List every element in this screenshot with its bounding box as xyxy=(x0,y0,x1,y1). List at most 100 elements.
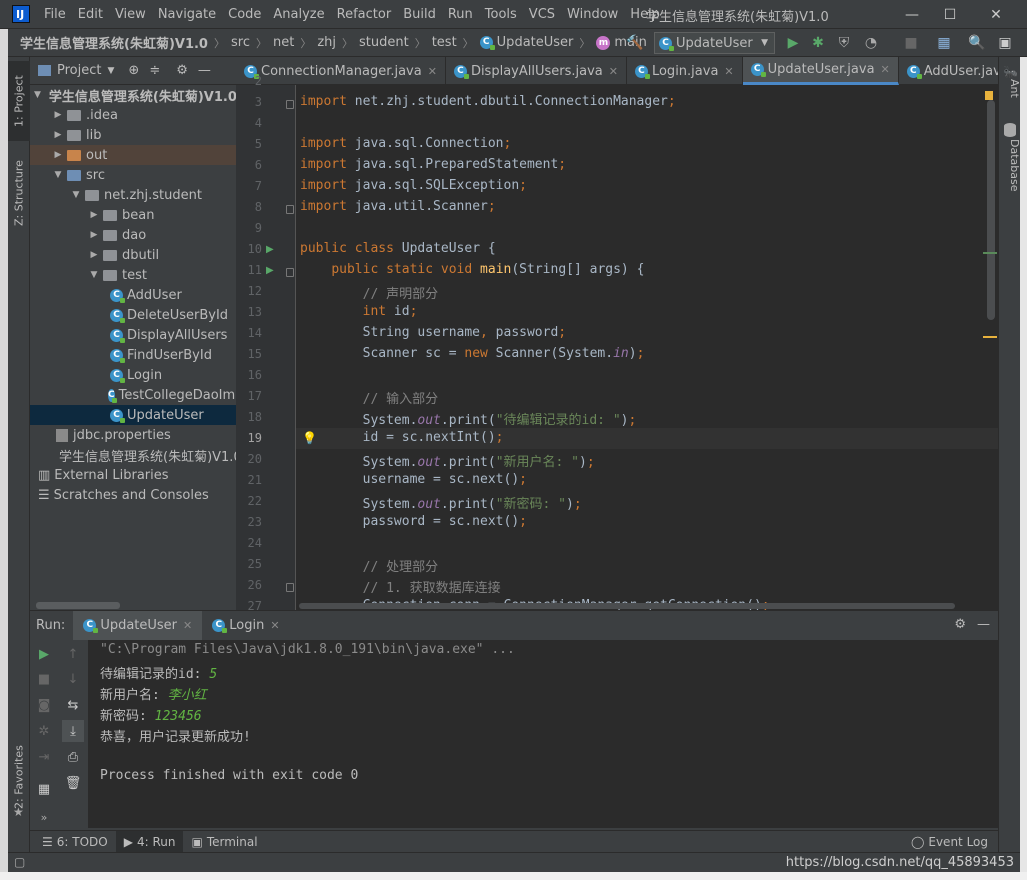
code-editor[interactable]: import net.zhj.student.dbutil.Connection… xyxy=(296,85,998,610)
fold-icon[interactable] xyxy=(286,583,294,592)
camera-icon[interactable]: ◙ xyxy=(33,694,55,716)
menu-item-code[interactable]: Code xyxy=(222,7,267,22)
tree-item[interactable]: C DeleteUserById xyxy=(30,305,236,325)
close-tab-icon[interactable]: ✕ xyxy=(428,65,437,78)
tree-item[interactable]: C Login xyxy=(30,365,236,385)
tree-item[interactable]: ☰ Scratches and Consoles xyxy=(30,485,236,505)
menu-item-edit[interactable]: Edit xyxy=(72,7,109,22)
expanded-arrow-icon[interactable]: ▼ xyxy=(70,190,82,200)
tree-item[interactable]: ▼学生信息管理系统(朱虹菊)V1.0C:\ xyxy=(30,85,236,105)
more-icon[interactable]: » xyxy=(33,806,55,828)
tree-item[interactable]: ▶ dao xyxy=(30,225,236,245)
project-structure-icon[interactable]: ▦ xyxy=(935,34,953,52)
tree-item[interactable]: C FindUserById xyxy=(30,345,236,365)
breadcrumb-item[interactable]: student 〉 xyxy=(359,35,432,51)
menu-item-analyze[interactable]: Analyze xyxy=(267,7,330,22)
lightbulb-icon[interactable]: 💡 xyxy=(302,431,317,445)
debug-icon[interactable]: ✱ xyxy=(809,34,827,52)
warning-stripe[interactable] xyxy=(983,336,997,338)
collapsed-arrow-icon[interactable]: ▶ xyxy=(52,110,64,120)
tree-item[interactable]: ▼ test xyxy=(30,265,236,285)
database-tool-tab[interactable]: Database xyxy=(999,139,1021,192)
exit-icon[interactable]: ⇥ xyxy=(33,746,55,768)
settings-icon[interactable]: ▣ xyxy=(996,34,1014,52)
run-configuration-select[interactable]: C UpdateUser ▼ xyxy=(654,32,775,54)
project-view-label[interactable]: Project xyxy=(57,63,101,78)
breadcrumb-item[interactable]: src 〉 xyxy=(231,35,273,51)
fold-icon[interactable] xyxy=(286,205,294,214)
editor-vertical-scrollbar[interactable] xyxy=(987,100,995,320)
collapsed-arrow-icon[interactable]: ▶ xyxy=(52,130,64,140)
event-log-button[interactable]: ◯ Event Log xyxy=(911,835,988,849)
tree-item[interactable]: 学生信息管理系统(朱虹菊)V1.0.iml xyxy=(30,445,236,465)
expanded-arrow-icon[interactable]: ▼ xyxy=(52,170,64,180)
editor-tab[interactable]: C ConnectionManager.java ✕ xyxy=(236,57,446,85)
run-console[interactable]: "C:\Program Files\Java\jdk1.8.0_191\bin\… xyxy=(88,640,998,828)
tree-item[interactable]: C DisplayAllUsers xyxy=(30,325,236,345)
menu-item-vcs[interactable]: VCS xyxy=(523,7,561,22)
locate-icon[interactable]: ⊕ xyxy=(128,63,139,78)
scroll-to-end-icon[interactable]: ⤓ xyxy=(62,720,84,742)
layout-icon[interactable]: ▦ xyxy=(33,778,55,800)
editor-horizontal-scrollbar[interactable] xyxy=(299,603,955,609)
breadcrumb-item[interactable]: test 〉 xyxy=(432,35,480,51)
tree-item[interactable]: C AddUser xyxy=(30,285,236,305)
menu-item-window[interactable]: Window xyxy=(561,7,624,22)
close-tab-icon[interactable]: ✕ xyxy=(270,619,279,632)
rerun-icon[interactable]: ▶ xyxy=(33,643,55,665)
run-icon[interactable]: ▶ xyxy=(784,34,802,52)
bottom-tab-terminal[interactable]: ▣ Terminal xyxy=(183,831,265,853)
change-stripe[interactable] xyxy=(983,252,997,254)
run-tab[interactable]: C Login ✕ xyxy=(202,611,289,641)
close-tab-icon[interactable]: ✕ xyxy=(183,619,192,632)
horizontal-scrollbar[interactable] xyxy=(36,602,120,609)
menu-item-tools[interactable]: Tools xyxy=(479,7,523,22)
coverage-icon[interactable]: ⛨ xyxy=(835,34,853,52)
print-icon[interactable]: ⎙ xyxy=(62,746,84,768)
run-gutter-icon[interactable]: ▶ xyxy=(266,244,274,255)
search-everywhere-icon[interactable]: 🔍 xyxy=(968,34,986,52)
build-hammer-icon[interactable]: 🔨 xyxy=(626,34,644,52)
maximize-button[interactable]: ☐ xyxy=(927,0,973,29)
menu-item-file[interactable]: File xyxy=(38,7,72,22)
tree-item[interactable]: jdbc.properties xyxy=(30,425,236,445)
close-tab-icon[interactable]: ✕ xyxy=(609,65,618,78)
bottom-tab-run[interactable]: ▶ 4: Run xyxy=(115,830,184,853)
tree-item[interactable]: ▶ dbutil xyxy=(30,245,236,265)
expanded-arrow-icon[interactable]: ▼ xyxy=(34,90,41,100)
close-button[interactable]: ✕ xyxy=(973,0,1019,29)
tree-item[interactable]: ▥ External Libraries xyxy=(30,465,236,485)
menu-item-refactor[interactable]: Refactor xyxy=(331,7,398,22)
tree-item[interactable]: C UpdateUser xyxy=(30,405,236,425)
close-tab-icon[interactable]: ✕ xyxy=(881,63,890,76)
project-tool-tab[interactable]: 1: Project xyxy=(8,61,30,141)
fold-icon[interactable] xyxy=(286,100,294,109)
menu-item-build[interactable]: Build xyxy=(397,7,442,22)
gear-icon[interactable]: ⚙ xyxy=(954,617,966,632)
tree-item[interactable]: C TestCollegeDaoImpl xyxy=(30,385,236,405)
hide-icon[interactable]: — xyxy=(977,617,990,632)
ant-tool-tab[interactable]: Ant xyxy=(999,79,1021,98)
run-gutter-icon[interactable]: ▶ xyxy=(266,265,274,276)
breadcrumb-item[interactable]: 学生信息管理系统(朱虹菊)V1.0 〉 xyxy=(20,33,231,53)
gear-icon[interactable]: ⚙ xyxy=(176,63,188,78)
collapsed-arrow-icon[interactable]: ▶ xyxy=(88,250,100,260)
bottom-tab-todo[interactable]: ☰ 6: TODO xyxy=(34,831,116,853)
stop-icon[interactable]: ■ xyxy=(33,668,55,690)
menu-item-run[interactable]: Run xyxy=(442,7,479,22)
breadcrumb-item[interactable]: zhj 〉 xyxy=(317,35,359,51)
breadcrumb-item[interactable]: C UpdateUser 〉 xyxy=(479,35,597,51)
menu-item-navigate[interactable]: Navigate xyxy=(152,7,222,22)
tree-item[interactable]: ▶ lib xyxy=(30,125,236,145)
soft-wrap-icon[interactable]: ⇆ xyxy=(62,694,84,716)
breadcrumb-item[interactable]: net 〉 xyxy=(273,35,317,51)
menu-item-view[interactable]: View xyxy=(109,7,152,22)
run-tab[interactable]: C UpdateUser ✕ xyxy=(73,610,203,641)
fold-icon[interactable] xyxy=(286,268,294,277)
structure-tool-tab[interactable]: Z: Structure xyxy=(8,153,30,233)
close-tab-icon[interactable]: ✕ xyxy=(724,65,733,78)
expanded-arrow-icon[interactable]: ▼ xyxy=(88,270,100,280)
toggle-tool-windows-icon[interactable]: ▢ xyxy=(14,855,25,869)
collapsed-arrow-icon[interactable]: ▶ xyxy=(52,150,64,160)
tree-item[interactable]: ▶ bean xyxy=(30,205,236,225)
